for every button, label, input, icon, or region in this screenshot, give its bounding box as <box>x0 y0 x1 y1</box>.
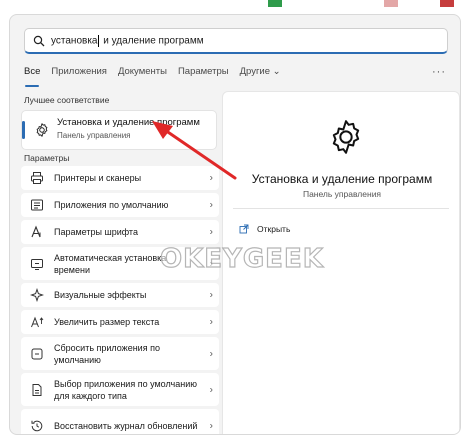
chevron-right-icon: › <box>209 289 213 301</box>
list-item[interactable]: Приложения по умолчанию › <box>21 193 219 217</box>
list-item[interactable]: Выбор приложения по умолчанию для каждог… <box>21 373 219 406</box>
detail-title: Установка и удаление программ <box>251 172 433 186</box>
file-type-icon <box>32 383 42 396</box>
search-typed-text: установка <box>51 35 98 47</box>
filter-tabs: Все Приложения Документы Параметры Други… <box>24 66 281 87</box>
search-box[interactable]: установка и удаление программ <box>24 28 448 54</box>
start-search-panel: установка и удаление программ Все Прилож… <box>9 14 461 435</box>
best-match-item[interactable]: Установка и удаление программ Панель упр… <box>21 110 217 150</box>
list-item-label: Параметры шрифта <box>54 227 138 237</box>
effects-icon <box>30 288 44 302</box>
default-apps-icon <box>31 199 43 211</box>
divider <box>233 208 449 209</box>
list-item-label: Визуальные эффекты <box>54 290 147 300</box>
history-icon <box>31 420 43 431</box>
search-suggestion-text: и удаление программ <box>100 35 204 47</box>
open-button[interactable]: Открыть <box>239 224 290 234</box>
search-icon <box>33 35 45 46</box>
search-input[interactable]: установка и удаление программ <box>51 34 204 47</box>
clock-icon <box>31 258 43 270</box>
settings-heading: Параметры <box>24 153 70 163</box>
chevron-right-icon: › <box>209 348 213 359</box>
tab-other[interactable]: Другие ⌄ <box>240 66 281 82</box>
chevron-right-icon: › <box>209 199 213 211</box>
list-item[interactable]: Принтеры и сканеры › <box>21 166 219 190</box>
top-strip-mark <box>384 0 398 7</box>
chevron-right-icon: › <box>209 226 213 238</box>
top-strip-mark <box>440 0 454 7</box>
gear-icon <box>332 120 360 154</box>
list-item[interactable]: Увеличить размер текста › <box>21 310 219 334</box>
selection-indicator <box>22 121 25 139</box>
font-icon <box>31 225 41 238</box>
tab-apps[interactable]: Приложения <box>51 66 107 82</box>
list-item[interactable]: Восстановить журнал обновлений › <box>21 409 219 434</box>
printer-icon <box>31 172 43 184</box>
list-item-label: Увеличить размер текста <box>54 317 160 327</box>
list-item-label: Приложения по умолчанию <box>54 200 169 210</box>
list-item[interactable]: Параметры шрифта › <box>21 220 219 244</box>
tab-documents[interactable]: Документы <box>118 66 167 82</box>
settings-list: Принтеры и сканеры › Приложения по умолч… <box>21 166 219 434</box>
best-match-heading: Лучшее соответствие <box>24 95 110 105</box>
chevron-right-icon: › <box>209 316 213 328</box>
tab-all[interactable]: Все <box>24 66 40 87</box>
reset-icon <box>31 348 43 359</box>
tab-settings[interactable]: Параметры <box>178 66 229 82</box>
detail-subtitle: Панель управления <box>302 189 382 199</box>
best-match-subtitle: Панель управления <box>57 131 131 140</box>
best-match-title: Установка и удаление программ <box>57 117 200 128</box>
watermark: OKEYGEEK <box>159 243 324 274</box>
top-strip <box>0 0 474 14</box>
chevron-right-icon: › <box>209 172 213 184</box>
list-item[interactable]: Сбросить приложения по умолчанию › <box>21 337 219 370</box>
open-external-icon <box>239 224 249 234</box>
list-item-label: Выбор приложения по умолчанию для каждог… <box>54 378 197 401</box>
chevron-right-icon: › <box>209 420 213 431</box>
list-item-label: Восстановить журнал обновлений <box>54 420 198 431</box>
list-item[interactable]: Визуальные эффекты › <box>21 283 219 307</box>
list-item-label: Принтеры и сканеры <box>54 173 142 183</box>
top-strip-mark <box>268 0 282 7</box>
list-item-label: Сбросить приложения по умолчанию <box>54 342 160 365</box>
gear-icon <box>36 123 48 137</box>
open-label: Открыть <box>257 224 291 234</box>
chevron-right-icon: › <box>209 384 213 395</box>
text-size-icon <box>31 316 44 328</box>
more-options-button[interactable]: ··· <box>432 66 446 78</box>
